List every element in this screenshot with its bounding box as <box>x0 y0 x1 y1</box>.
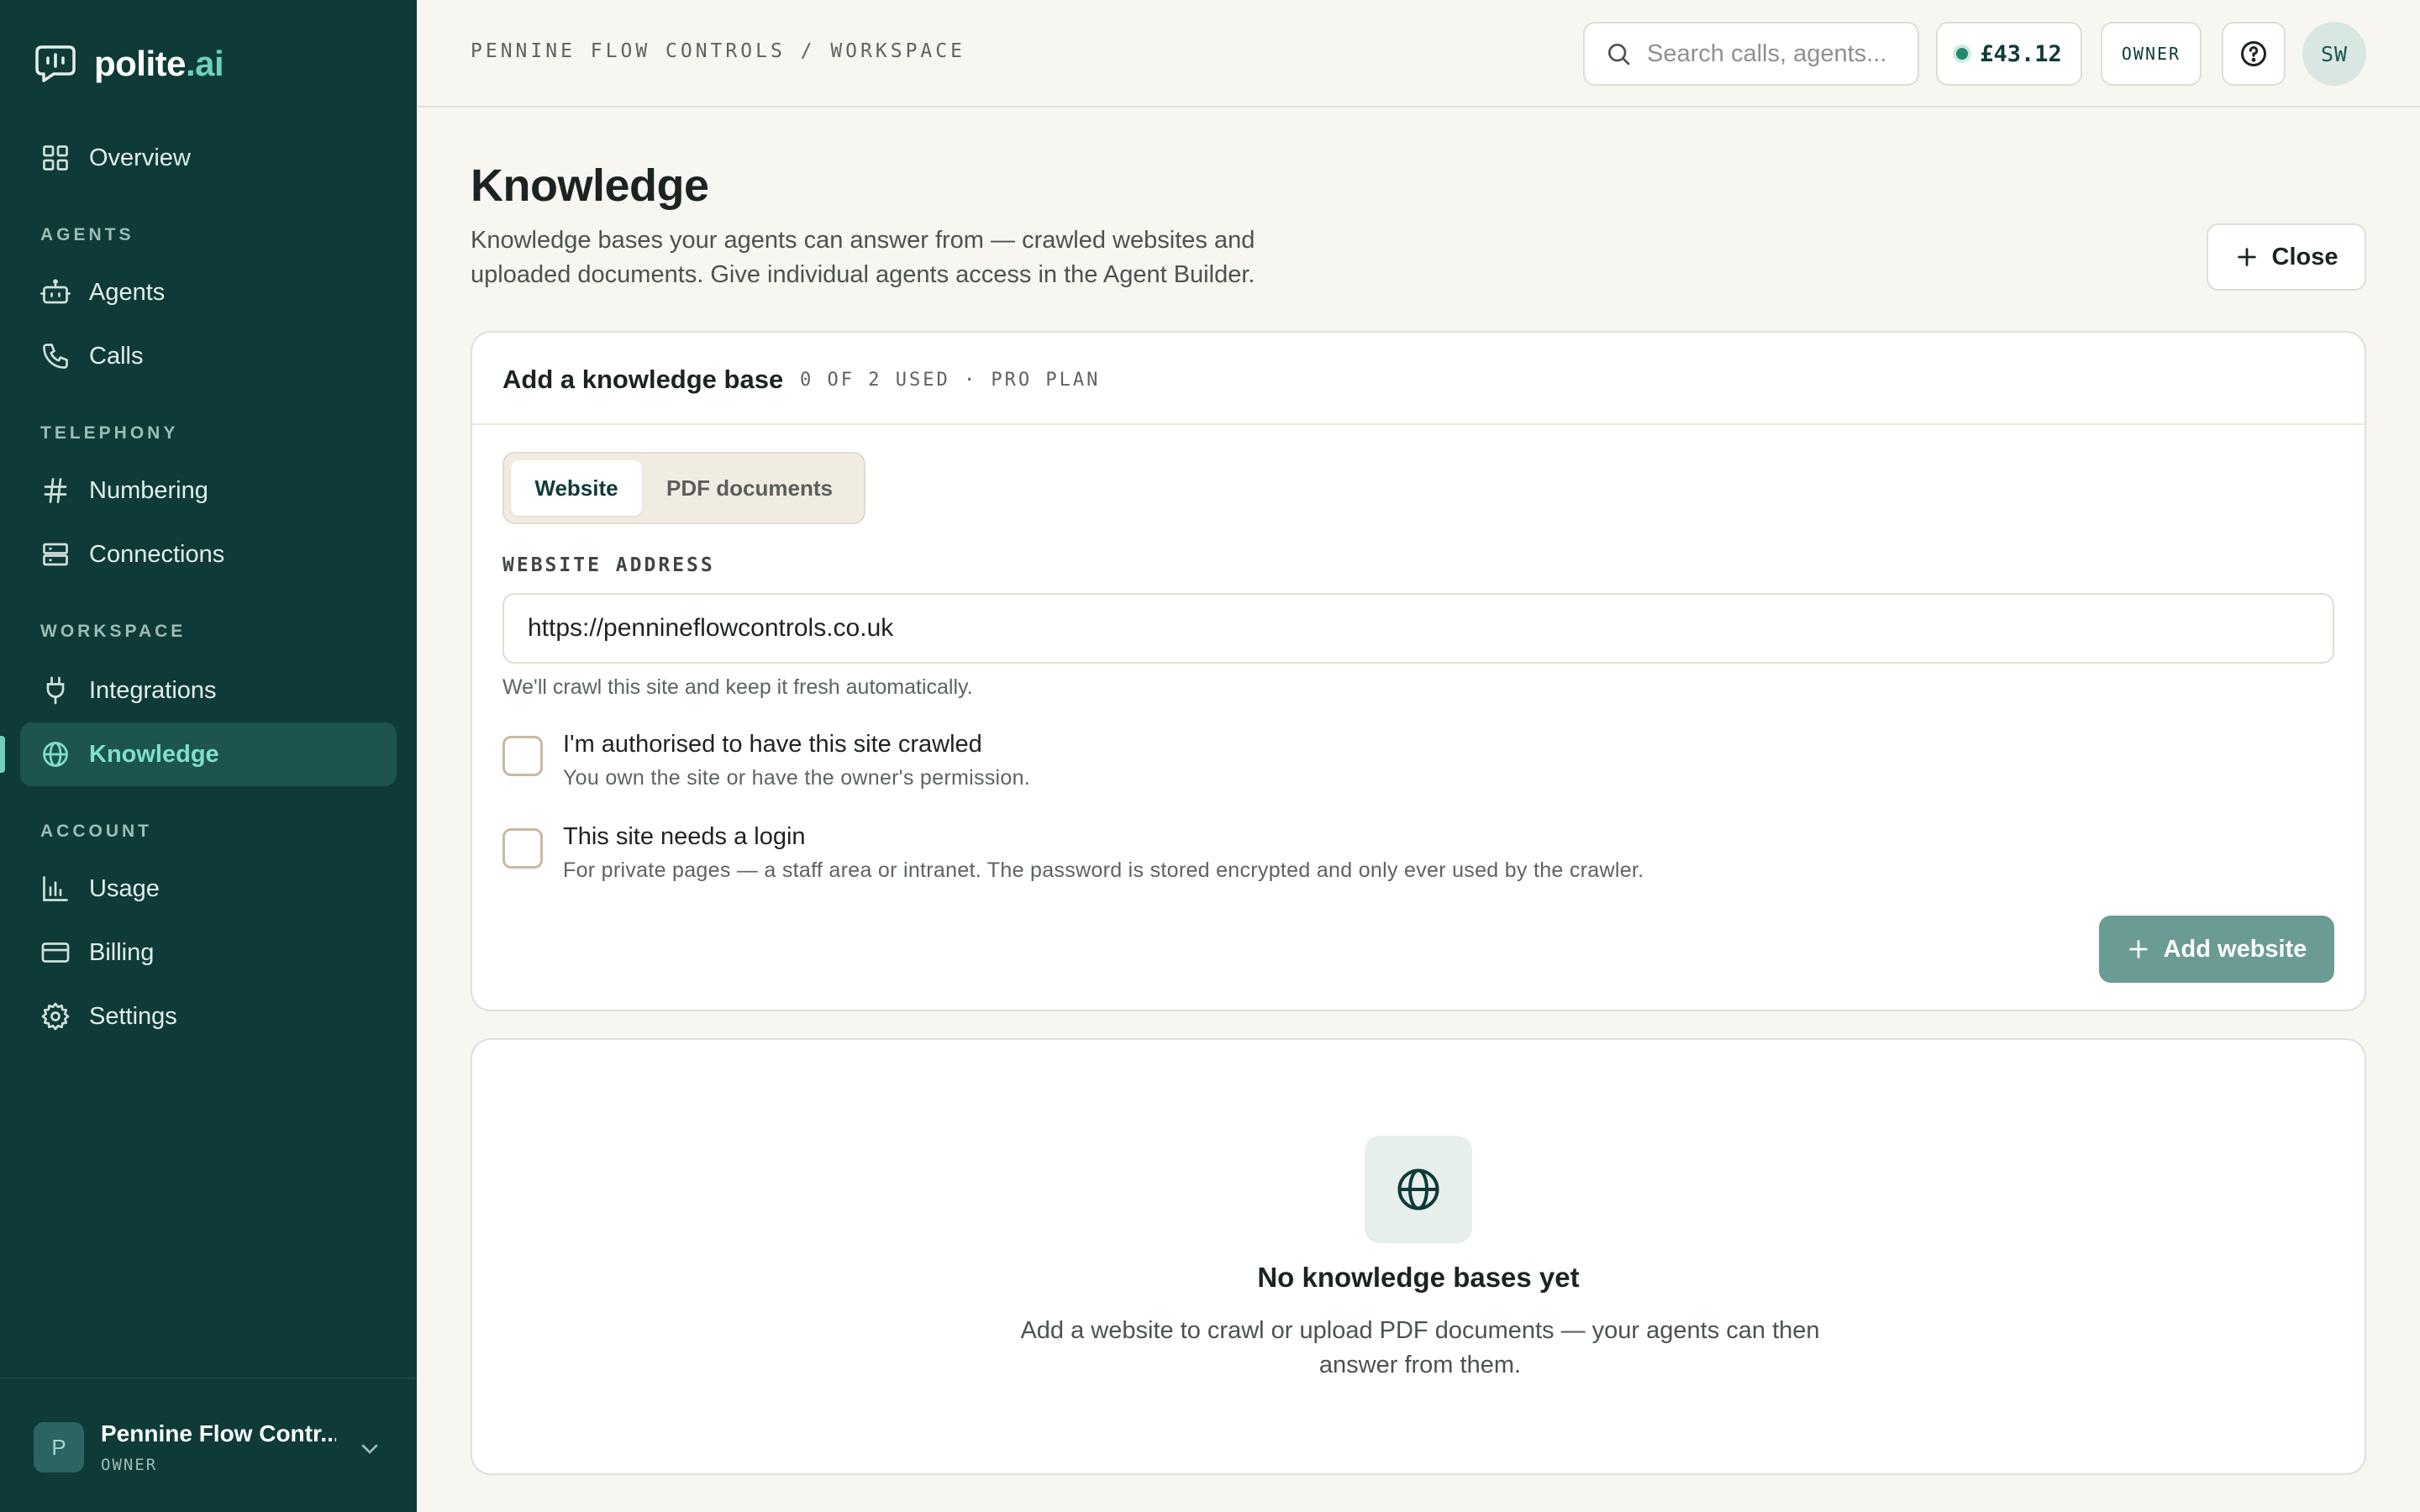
sidebar-item-label: Integrations <box>89 676 217 704</box>
gear-icon <box>41 1002 70 1031</box>
topbar: PENNINE FLOW CONTROLS / WORKSPACE £43.12… <box>417 0 2420 108</box>
role-badge: OWNER <box>2101 22 2202 86</box>
close-button-label: Close <box>2271 243 2338 270</box>
nav-section-account: ACCOUNT <box>40 822 152 841</box>
sidebar-item-billing[interactable]: Billing <box>20 921 397 984</box>
add-website-button[interactable]: Add website <box>2099 916 2334 983</box>
search-box[interactable] <box>1583 22 1919 86</box>
balance-badge[interactable]: £43.12 <box>1936 22 2082 86</box>
sidebar-item-integrations[interactable]: Integrations <box>20 659 397 722</box>
empty-state-card: No knowledge bases yet Add a website to … <box>471 1038 2366 1475</box>
search-input[interactable] <box>1647 39 1899 68</box>
sidebar-item-label: Settings <box>89 1002 177 1030</box>
sidebar-item-label: Agents <box>89 278 166 306</box>
empty-state-title: No knowledge bases yet <box>1257 1262 1580 1293</box>
sidebar-item-label: Usage <box>89 874 160 902</box>
active-indicator <box>0 736 5 773</box>
globe-icon <box>43 742 68 767</box>
sidebar-item-numbering[interactable]: Numbering <box>20 459 397 522</box>
add-knowledge-base-card: Add a knowledge base 0 OF 2 USED · PRO P… <box>471 331 2366 1011</box>
balance-value: £43.12 <box>1980 40 2062 67</box>
sidebar-item-label: Overview <box>89 144 191 171</box>
user-avatar[interactable]: SW <box>2302 22 2366 86</box>
card-header: Add a knowledge base 0 OF 2 USED · PRO P… <box>472 333 2365 425</box>
page-description: Knowledge bases your agents can answer f… <box>471 227 1255 288</box>
sidebar-item-settings[interactable]: Settings <box>20 984 397 1048</box>
sidebar-item-label: Knowledge <box>89 740 219 768</box>
sidebar-item-agents[interactable]: Agents <box>20 260 397 324</box>
close-button[interactable]: Close <box>2207 223 2366 291</box>
empty-state-icon <box>1365 1136 1472 1243</box>
nav-section-agents: AGENTS <box>40 225 134 244</box>
phone-icon <box>43 344 68 369</box>
sidebar-item-label: Connections <box>89 540 225 568</box>
sidebar-item-usage[interactable]: Usage <box>20 857 397 921</box>
sidebar-item-label: Calls <box>89 342 144 370</box>
website-url-input[interactable] <box>502 593 2334 664</box>
sidebar-item-connections[interactable]: Connections <box>20 522 397 586</box>
brand[interactable]: polite.ai <box>34 44 224 84</box>
sidebar-item-knowledge[interactable]: Knowledge <box>20 722 397 786</box>
card-title: Add a knowledge base <box>502 365 784 394</box>
org-name: Pennine Flow Contr... <box>101 1420 336 1446</box>
website-address-label: WEBSITE ADDRESS <box>502 554 715 576</box>
globe-icon <box>1397 1168 1439 1210</box>
chat-bubble-logo-icon <box>35 45 76 82</box>
help-circle-icon <box>2241 41 2266 66</box>
plus-icon <box>2128 940 2148 958</box>
crawl-helper-text: We'll crawl this site and keep it fresh … <box>502 675 973 699</box>
robot-icon <box>40 279 71 304</box>
login-checkbox[interactable] <box>502 828 543 869</box>
authorised-title: I'm authorised to have this site crawled <box>563 731 982 758</box>
brand-name: polite.ai <box>94 44 224 83</box>
chevron-down-icon[interactable] <box>356 1436 383 1462</box>
search-icon <box>1608 44 1630 66</box>
nav-section-workspace: WORKSPACE <box>40 622 187 641</box>
authorised-checkbox[interactable] <box>502 736 543 776</box>
sidebar-item-calls[interactable]: Calls <box>20 324 397 388</box>
empty-state-description: Add a website to crawl or upload PDF doc… <box>1020 1317 1820 1378</box>
org-avatar: P <box>34 1422 84 1473</box>
add-website-label: Add website <box>2163 935 2307 963</box>
status-dot-icon <box>1956 48 1969 60</box>
hash-icon <box>44 478 67 503</box>
page-title: Knowledge <box>471 160 709 211</box>
org-role: OWNER <box>101 1456 158 1474</box>
nav-section-telephony: TELEPHONY <box>40 423 179 443</box>
org-switcher[interactable]: P Pennine Flow Contr... OWNER <box>0 1378 417 1512</box>
breadcrumb[interactable]: PENNINE FLOW CONTROLS / WORKSPACE <box>471 40 965 62</box>
plan-usage: 0 OF 2 USED · PRO PLAN <box>800 370 1101 391</box>
tab-pdf-documents[interactable]: PDF documents <box>655 460 844 516</box>
login-subtext: For private pages — a staff area or intr… <box>563 858 1644 882</box>
bar-chart-icon <box>43 876 68 901</box>
sidebar-item-overview[interactable]: Overview <box>20 126 397 190</box>
brand-accent: .ai <box>186 44 224 83</box>
login-title: This site needs a login <box>563 823 806 850</box>
authorised-subtext: You own the site or have the owner's per… <box>563 766 1031 790</box>
tab-website[interactable]: Website <box>511 460 642 516</box>
plus-icon <box>2237 248 2256 266</box>
credit-card-icon <box>41 942 70 963</box>
plug-icon <box>46 676 65 705</box>
source-tabs: Website PDF documents <box>502 452 865 524</box>
grid-icon <box>43 145 68 171</box>
server-icon <box>43 543 68 566</box>
sidebar: polite.ai Overview AGENTS Agents Calls T… <box>0 0 417 1512</box>
sidebar-item-label: Billing <box>89 938 155 966</box>
help-button[interactable] <box>2222 22 2286 86</box>
sidebar-item-label: Numbering <box>89 476 208 504</box>
